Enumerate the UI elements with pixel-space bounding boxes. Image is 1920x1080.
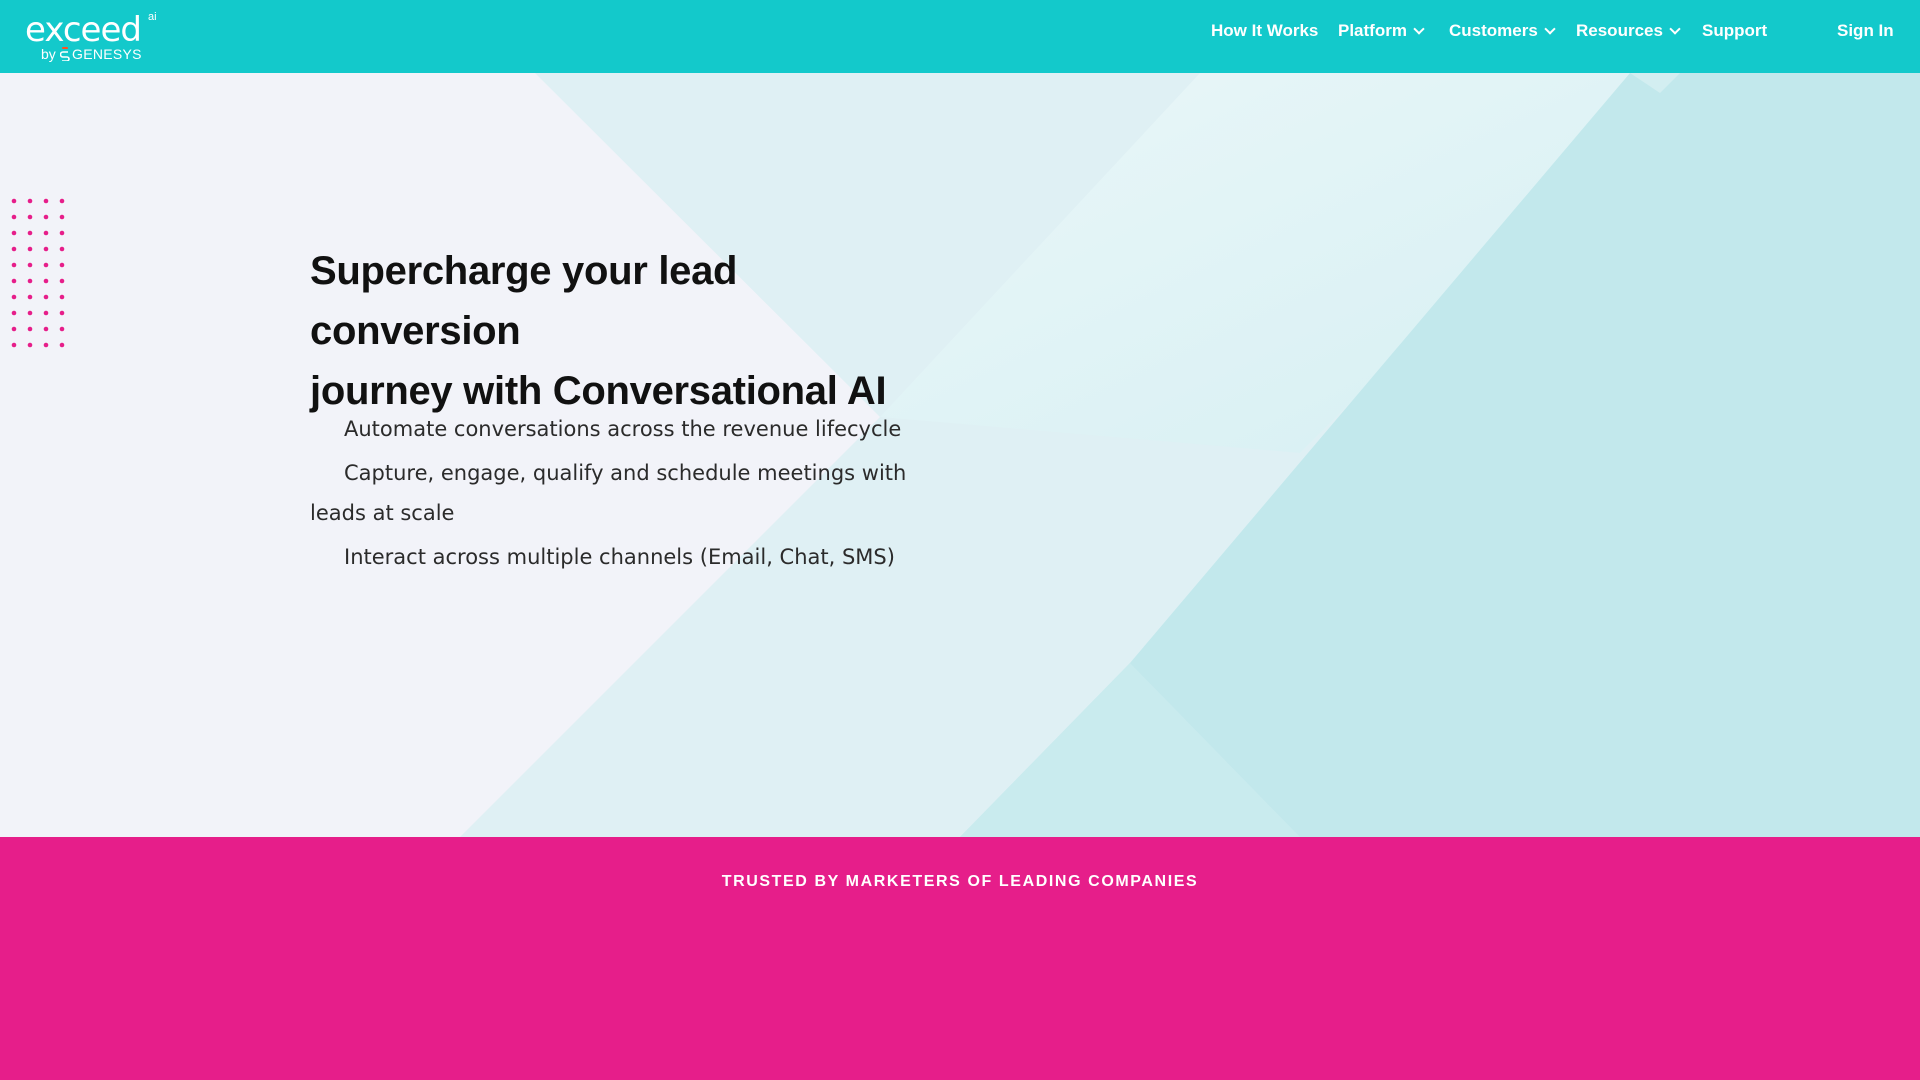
nav-how-it-works[interactable]: How It Works — [1211, 20, 1318, 42]
logo-by-text: by — [41, 46, 56, 62]
nav-customers[interactable]: Customers — [1449, 20, 1556, 42]
nav-platform[interactable]: Platform — [1338, 20, 1425, 42]
logo-superscript: ai — [148, 11, 157, 23]
genesys-mark-icon — [60, 47, 70, 61]
chevron-down-icon — [1544, 23, 1556, 35]
feature-item: Automate conversations across the revenu… — [344, 417, 902, 441]
hero-feature-list: Automate conversations across the revenu… — [310, 409, 910, 581]
nav-resources-label: Resources — [1576, 21, 1663, 40]
feature-item: Capture, engage, qualify and schedule me… — [310, 461, 907, 525]
chevron-down-icon — [1669, 23, 1681, 35]
nav-platform-label: Platform — [1338, 21, 1407, 40]
nav-resources[interactable]: Resources — [1576, 20, 1681, 42]
trusted-by-section: TRUSTED BY MARKETERS OF LEADING COMPANIE… — [0, 837, 1920, 1080]
top-navigation-bar: exceed ai by GENESYS How It Works Platfo… — [0, 0, 1920, 73]
sign-in-link[interactable]: Sign In — [1837, 20, 1894, 42]
nav-support[interactable]: Support — [1702, 20, 1767, 42]
chevron-down-icon — [1413, 23, 1425, 35]
exceed-logo[interactable]: exceed ai by GENESYS — [25, 8, 175, 68]
sign-in-label: Sign In — [1837, 21, 1894, 40]
nav-how-it-works-label: How It Works — [1211, 21, 1319, 40]
feature-item: Interact across multiple channels (Email… — [344, 545, 895, 569]
trusted-by-heading: TRUSTED BY MARKETERS OF LEADING COMPANIE… — [721, 873, 1199, 890]
hero-title: Supercharge your lead conversion journey… — [310, 241, 950, 421]
logo-company-name: GENESYS — [72, 46, 142, 62]
hero-background-shapes — [460, 73, 1920, 837]
hero-section: Supercharge your lead conversion journey… — [0, 73, 1920, 837]
nav-customers-label: Customers — [1449, 21, 1538, 40]
logo-wordmark: exceed — [25, 10, 142, 50]
dot-grid-decoration — [11, 198, 65, 348]
hero-title-line-2: journey with Conversational AI — [310, 369, 887, 413]
hero-title-line-1: Supercharge your lead conversion — [310, 249, 738, 353]
nav-support-label: Support — [1702, 21, 1768, 40]
